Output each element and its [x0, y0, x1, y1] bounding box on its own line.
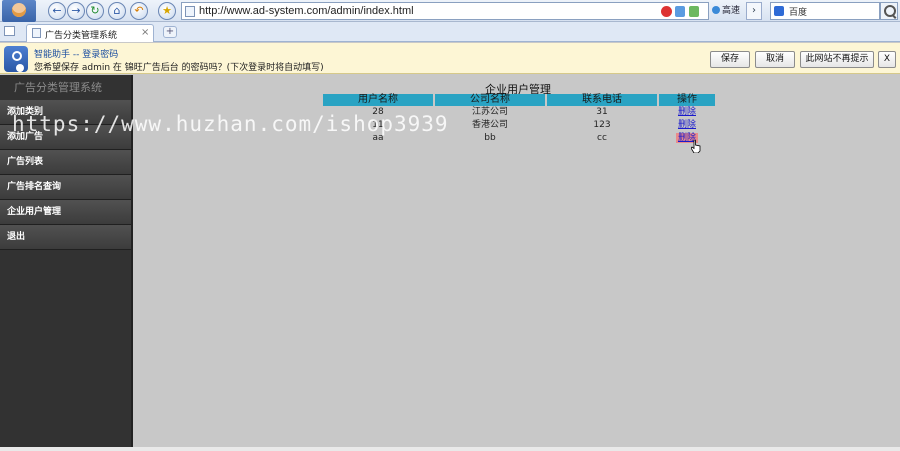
- search-icon[interactable]: [880, 2, 898, 20]
- save-password-button[interactable]: 保存: [710, 51, 750, 68]
- column-header-phone: 联系电话: [547, 94, 657, 106]
- cell-phone: cc: [597, 133, 607, 143]
- tab-title: 广告分类管理系统: [45, 31, 118, 41]
- user-avatar-icon[interactable]: [2, 0, 36, 22]
- sidebar-item-add-category[interactable]: 添加类别: [0, 100, 131, 125]
- address-bar[interactable]: http://www.ad-system.com/admin/index.htm…: [181, 2, 709, 20]
- column-header-action: 操作: [659, 94, 715, 106]
- notify-message: 您希望保存 admin 在 锦旺广告后台 的密码吗？(下次登录时将自动填写): [34, 63, 324, 73]
- back-icon[interactable]: ←: [48, 2, 66, 20]
- cell-phone: 123: [593, 120, 611, 130]
- cell-action: 删除: [659, 119, 715, 132]
- browser-toolbar: ← → ↻ ⌂ ↶ ★ http://www.ad-system.com/adm…: [0, 0, 900, 22]
- refresh-icon[interactable]: ↻: [86, 2, 104, 20]
- column-header-company: 公司名称: [435, 94, 545, 106]
- close-tab-icon[interactable]: ×: [141, 27, 149, 38]
- page-icon: [185, 6, 195, 17]
- cell-username: aa: [372, 133, 384, 143]
- go-arrow-icon[interactable]: ›: [746, 2, 762, 20]
- cell-company: 江苏公司: [471, 107, 508, 117]
- speed-icon: [712, 6, 720, 14]
- tab-bar: 广告分类管理系统 × +: [0, 22, 900, 42]
- cell-username: 28: [372, 107, 384, 117]
- sidebar-brand: 广告分类管理系统: [14, 81, 102, 94]
- sidebar-item-logout[interactable]: 退出: [0, 225, 131, 250]
- cell-action: 删除: [659, 132, 715, 145]
- delete-link[interactable]: 删除: [678, 120, 696, 130]
- column-header-username: 用户名称: [323, 94, 433, 106]
- stop-icon[interactable]: [661, 6, 672, 17]
- table-header-row: 用户名称 公司名称 联系电话 操作: [323, 94, 715, 106]
- favorite-star-icon[interactable]: ★: [158, 2, 176, 20]
- hand-cursor-icon: [691, 140, 701, 153]
- search-placeholder: 百度: [789, 8, 808, 18]
- cell-action: 删除: [659, 106, 715, 119]
- main-content: 企业用户管理 用户名称 公司名称 联系电话 操作 28 江苏公司 31 删除 1…: [135, 75, 900, 447]
- undo-icon[interactable]: ↶: [130, 2, 148, 20]
- password-key-icon: [4, 46, 28, 72]
- sidebar-item-ad-list[interactable]: 广告列表: [0, 150, 131, 175]
- page-icon: [32, 28, 41, 38]
- cell-company: 香港公司: [471, 120, 508, 130]
- sidebar: 广告分类管理系统 添加类别 添加广告 广告列表 广告排名查询 企业用户管理 退出: [0, 75, 133, 447]
- tab-list-icon[interactable]: [4, 26, 15, 36]
- cell-company: bb: [484, 133, 496, 143]
- sidebar-item-ad-ranking[interactable]: 广告排名查询: [0, 175, 131, 200]
- notify-title: 智能助手 -- 登录密码: [34, 50, 119, 60]
- forward-icon[interactable]: →: [67, 2, 85, 20]
- new-tab-icon[interactable]: +: [163, 26, 177, 38]
- security-icon[interactable]: [689, 6, 699, 17]
- search-engine-icon[interactable]: [774, 6, 784, 16]
- search-input[interactable]: 百度: [770, 2, 880, 20]
- close-notify-button[interactable]: X: [878, 51, 896, 68]
- cancel-button[interactable]: 取消: [755, 51, 795, 68]
- compat-icon[interactable]: [675, 6, 685, 17]
- speed-mode-button[interactable]: 高速: [710, 2, 742, 20]
- user-table: 用户名称 公司名称 联系电话 操作 28 江苏公司 31 删除 11 香港公司 …: [321, 94, 717, 145]
- sidebar-item-add-ad[interactable]: 添加广告: [0, 125, 131, 150]
- table-row: 11 香港公司 123 删除: [323, 119, 715, 132]
- table-row: 28 江苏公司 31 删除: [323, 106, 715, 119]
- password-notify-bar: 智能助手 -- 登录密码 您希望保存 admin 在 锦旺广告后台 的密码吗？(…: [0, 43, 900, 74]
- never-for-site-button[interactable]: 此网站不再提示: [800, 51, 874, 68]
- delete-link[interactable]: 删除: [678, 107, 696, 117]
- status-bar: [0, 447, 900, 451]
- url-text: http://www.ad-system.com/admin/index.htm…: [199, 5, 414, 17]
- home-icon[interactable]: ⌂: [108, 2, 126, 20]
- tab-active[interactable]: 广告分类管理系统 ×: [26, 24, 154, 42]
- cell-username: 11: [372, 120, 384, 130]
- cell-phone: 31: [596, 107, 608, 117]
- sidebar-item-enterprise-users[interactable]: 企业用户管理: [0, 200, 131, 225]
- table-row: aa bb cc 删除: [323, 132, 715, 145]
